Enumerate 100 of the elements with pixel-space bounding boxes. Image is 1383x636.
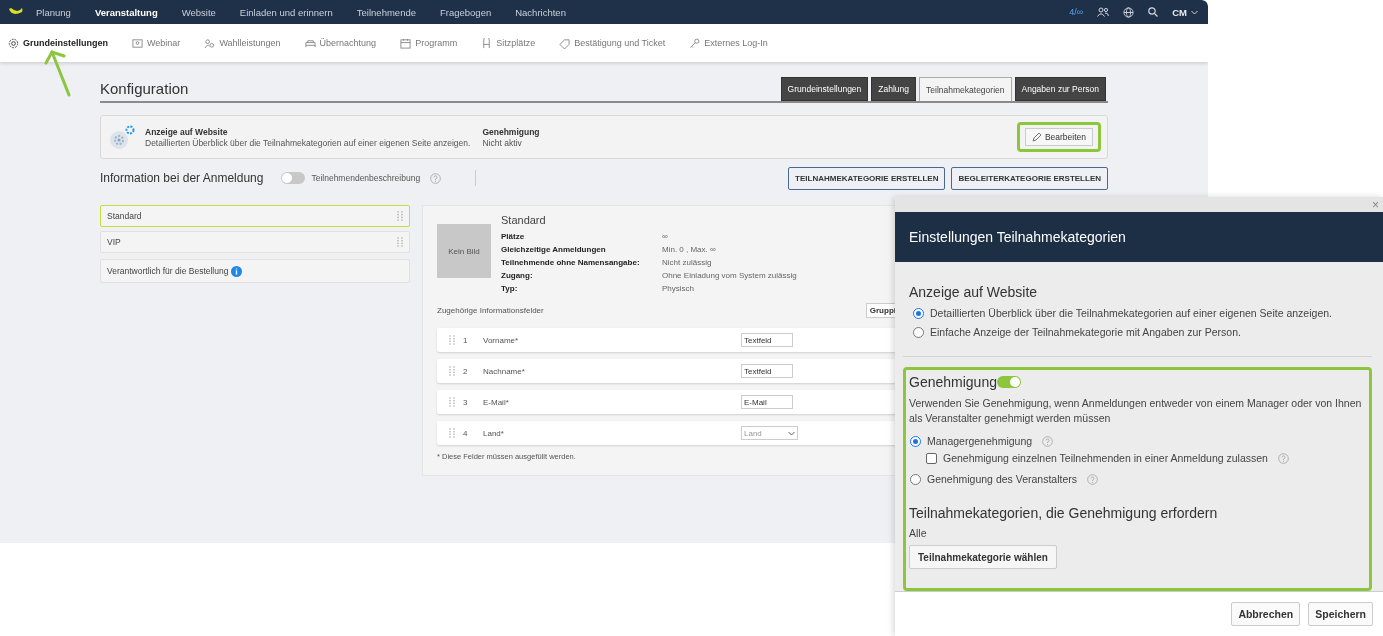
info-icon[interactable]: [231, 265, 243, 277]
field-label: Vorname*: [483, 335, 520, 345]
radio-button[interactable]: [913, 307, 924, 319]
nav-item[interactable]: Fragebogen: [440, 6, 492, 18]
section-title: Information bei der Anmeldung: [100, 171, 264, 185]
property-value: Min. 0 , Max. ∞: [662, 245, 717, 254]
field-number: 3: [463, 397, 469, 407]
section-heading: Anzeige auf Website: [908, 284, 1039, 300]
subnav-item[interactable]: Bestätigung und Ticket: [559, 37, 666, 49]
gear-icon: [8, 37, 19, 49]
property-label: Typ:: [501, 284, 519, 293]
field-label: Nachname*: [483, 366, 526, 376]
globe-icon[interactable]: [1123, 6, 1135, 18]
subnav-item[interactable]: Übernachtung: [304, 37, 377, 49]
gear-icon: [107, 124, 137, 150]
no-image-label: Kein Bild: [448, 246, 480, 256]
radio-button[interactable]: [910, 435, 921, 447]
property-label: Teilnehmende ohne Namensangabe:: [501, 258, 641, 267]
subnav-item[interactable]: Sitzplätze: [481, 37, 536, 49]
caret-icon: [788, 430, 795, 436]
people-icon: [204, 37, 216, 49]
subnav-item[interactable]: Wahlleistungen: [204, 37, 281, 49]
nav-item[interactable]: Veranstaltung: [94, 6, 158, 18]
field-label: E-Mail*: [483, 397, 510, 407]
subnav-item[interactable]: Grundeinstellungen: [8, 37, 108, 49]
group-button[interactable]: Gruppi: [865, 303, 896, 318]
drag-handle-icon[interactable]: [397, 211, 403, 221]
tab[interactable]: Angaben zur Person: [1014, 77, 1106, 101]
toggle-switch[interactable]: [281, 172, 306, 184]
property-value: Nicht zulässig: [662, 258, 713, 267]
help-icon[interactable]: [1087, 473, 1098, 485]
option-label: Detaillierten Überblick über die Teilnahmekategorien auf einer eigenen Seite anzeigen.: [930, 307, 1332, 319]
subnav-item[interactable]: Programm: [400, 37, 458, 49]
user-menu[interactable]: CM: [1172, 6, 1198, 18]
edit-button[interactable]: Bearbeiten: [1024, 128, 1093, 146]
field-type-input: Textfeld: [741, 364, 793, 378]
key-icon: [689, 37, 701, 49]
nav-item[interactable]: Einladen und erinnern: [239, 6, 333, 18]
choose-category-button[interactable]: Teilnahmekategorie wählen: [909, 545, 1057, 569]
calendar-icon: [400, 37, 412, 49]
toggle-switch[interactable]: [996, 376, 1021, 388]
help-icon[interactable]: [1042, 435, 1054, 447]
category-title: Standard: [501, 214, 547, 226]
drag-handle-icon[interactable]: [449, 397, 455, 407]
category-item[interactable]: VIP: [100, 231, 410, 253]
pencil-icon: [1031, 132, 1042, 142]
drag-handle-icon[interactable]: [449, 335, 455, 345]
search-icon[interactable]: [1148, 7, 1159, 17]
field-type-input: Textfeld: [741, 333, 793, 347]
summary-title: Anzeige auf Website: [145, 126, 229, 137]
video-icon: [132, 37, 143, 49]
option-label: Genehmigung einzelnen Teilnehmenden in einer Anmeldung zulassen: [943, 452, 1268, 464]
save-button[interactable]: Speichern: [1308, 602, 1373, 626]
approval-title: Genehmigung: [482, 126, 540, 137]
checkbox[interactable]: [926, 452, 937, 464]
cancel-button[interactable]: Abbrechen: [1231, 602, 1301, 626]
people-icon[interactable]: [1097, 7, 1110, 17]
category-item[interactable]: Standard: [100, 205, 410, 227]
field-type-input: E-Mail: [741, 395, 793, 409]
help-icon[interactable]: [1277, 452, 1289, 464]
toggle-label: Teilnehmendenbeschreibung: [311, 173, 421, 183]
subnav-item[interactable]: Webinar: [132, 37, 181, 49]
help-icon[interactable]: [430, 172, 442, 184]
create-button[interactable]: BEGLEITERKATEGORIE ERSTELLEN: [951, 166, 1108, 190]
drag-handle-icon[interactable]: [397, 237, 403, 247]
nav-item[interactable]: Teilnehmende: [356, 6, 416, 18]
bed-icon: [304, 37, 316, 49]
property-label: Gleichzeitige Anmeldungen: [501, 245, 607, 254]
tab[interactable]: Grundeinstellungen: [780, 77, 869, 101]
drag-handle-icon[interactable]: [449, 428, 455, 438]
drag-handle-icon[interactable]: [449, 366, 455, 376]
radio-button[interactable]: [910, 473, 921, 485]
property-value: ∞: [662, 232, 669, 241]
field-label: Land*: [483, 428, 505, 438]
field-number: 1: [463, 335, 469, 345]
nav-item[interactable]: Website: [181, 6, 216, 18]
nav-item[interactable]: Nachrichten: [515, 6, 566, 18]
field-number: 4: [463, 428, 469, 438]
tab[interactable]: Zahlung: [871, 77, 917, 101]
tag-icon: [559, 37, 571, 49]
section-heading: Teilnahmekategorien, die Genehmigung erfordern: [908, 505, 1219, 521]
property-value: Physisch: [662, 284, 695, 293]
tab[interactable]: Teilnahmekategorien: [919, 77, 1012, 101]
caret-icon: [1191, 9, 1198, 15]
subnav-item[interactable]: Externes Log-In: [689, 37, 768, 49]
property-value: Ohne Einladung vom System zulässig: [662, 271, 797, 280]
approval-status: Nicht aktiv: [482, 137, 523, 148]
field-type-select: Land: [741, 426, 798, 440]
option-label: Managergenehmigung: [927, 435, 1033, 447]
field-number: 2: [463, 366, 469, 376]
responsible-item[interactable]: Verantwortlich für die Bestellung: [100, 259, 410, 283]
categories-value: Alle: [908, 527, 928, 539]
property-label: Zugang:: [501, 271, 534, 280]
radio-button[interactable]: [913, 326, 924, 338]
dialog-title: Einstellungen Teilnahmekategorien: [909, 229, 1126, 245]
option-label: Genehmigung des Veranstalters: [927, 473, 1077, 485]
seat-icon: [481, 37, 493, 49]
property-label: Plätze: [501, 232, 526, 241]
nav-item[interactable]: Planung: [36, 6, 71, 18]
create-button[interactable]: TEILNAHMEKATEGORIE ERSTELLEN: [788, 166, 946, 190]
